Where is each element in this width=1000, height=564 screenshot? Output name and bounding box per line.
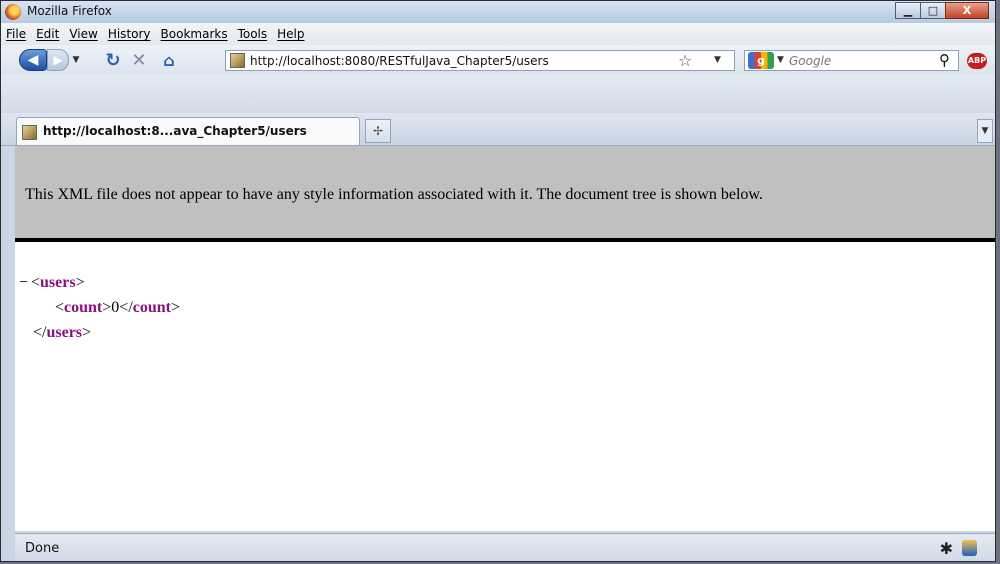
window-title: Mozilla Firefox	[27, 4, 112, 18]
chevron-down-icon: ▼	[72, 55, 80, 65]
history-dropdown-button[interactable]: ▼	[69, 49, 83, 71]
xml-tag-name: users	[46, 324, 83, 341]
xml-tag-name: count	[132, 299, 171, 316]
url-input[interactable]	[250, 51, 670, 70]
browser-window: Mozilla Firefox ▁ □ X File Edit View His…	[0, 0, 996, 562]
firefox-logo-icon	[5, 4, 21, 20]
menu-view[interactable]: View	[64, 27, 102, 41]
new-tab-button[interactable]: ✢	[365, 119, 391, 143]
page-content: This XML file does not appear to have an…	[15, 146, 995, 531]
navigation-toolbar: ◀ ▶ ▼ ↻ ✕ ⌂ ☆ ▼ g ▼ ⚲ ABP	[1, 45, 995, 76]
search-magnifier-icon[interactable]: ⚲	[939, 51, 950, 69]
security-shield-icon[interactable]	[962, 540, 977, 556]
xml-tag-name: count	[64, 299, 103, 316]
chevron-down-icon: ▼	[981, 126, 989, 136]
tab-label: http://localhost:8...ava_Chapter5/users	[43, 124, 307, 138]
new-tab-icon: ✢	[372, 124, 384, 138]
toolbar-spacer	[1, 75, 995, 113]
menu-help[interactable]: Help	[272, 27, 309, 41]
xml-root-open: − <users>	[19, 270, 180, 295]
menu-file[interactable]: File	[1, 27, 31, 41]
adblock-plus-icon[interactable]: ABP	[967, 53, 987, 69]
window-controls: ▁ □ X	[895, 2, 989, 19]
back-arrow-icon: ◀	[27, 52, 39, 68]
maximize-button[interactable]: □	[920, 2, 946, 19]
stop-button[interactable]: ✕	[129, 49, 149, 71]
menu-edit[interactable]: Edit	[31, 27, 64, 41]
search-input[interactable]	[789, 51, 919, 70]
status-text: Done	[25, 541, 60, 556]
firebug-icon[interactable]: ✱	[940, 539, 953, 558]
menu-history[interactable]: History	[103, 27, 156, 41]
xml-style-notice: This XML file does not appear to have an…	[15, 146, 995, 242]
minimize-button[interactable]: ▁	[895, 2, 921, 19]
tab-active[interactable]: http://localhost:8...ava_Chapter5/users	[16, 117, 360, 145]
page-favicon-icon	[22, 125, 37, 140]
search-engine-dropdown-icon[interactable]: ▼	[777, 55, 784, 65]
status-bar: Done ✱	[15, 533, 995, 561]
xml-text-value: 0	[111, 299, 120, 316]
xml-tag-name: users	[40, 274, 76, 291]
close-button[interactable]: X	[945, 2, 989, 19]
menu-bar: File Edit View History Bookmarks Tools H…	[1, 23, 995, 45]
xml-root-close: </users>	[33, 324, 92, 341]
xml-child-element: <count>0</count>	[55, 299, 181, 316]
search-bar[interactable]: g ▼ ⚲	[744, 50, 959, 71]
url-bar[interactable]: ☆ ▼	[225, 50, 735, 71]
menu-tools[interactable]: Tools	[233, 27, 273, 41]
home-button[interactable]: ⌂	[159, 49, 179, 71]
xml-notice-text: This XML file does not appear to have an…	[25, 186, 763, 203]
page-favicon-icon	[230, 53, 245, 68]
home-icon: ⌂	[163, 50, 175, 70]
xml-tree: − <users> <count>0</count> </users>	[19, 270, 180, 345]
back-button[interactable]: ◀	[19, 49, 47, 71]
collapse-toggle[interactable]: −	[19, 270, 31, 295]
title-bar: Mozilla Firefox ▁ □ X	[1, 1, 995, 24]
reload-button[interactable]: ↻	[103, 49, 123, 71]
url-dropdown-icon[interactable]: ▼	[714, 55, 721, 65]
forward-button[interactable]: ▶	[47, 49, 69, 71]
stop-icon: ✕	[131, 49, 147, 71]
reload-icon: ↻	[105, 49, 121, 71]
menu-bookmarks[interactable]: Bookmarks	[156, 27, 233, 41]
google-icon[interactable]: g	[748, 52, 774, 69]
tab-list-button[interactable]: ▼	[977, 119, 993, 143]
bookmark-star-icon[interactable]: ☆	[678, 51, 692, 70]
forward-arrow-icon: ▶	[53, 53, 63, 67]
tab-bar: http://localhost:8...ava_Chapter5/users …	[1, 113, 995, 146]
